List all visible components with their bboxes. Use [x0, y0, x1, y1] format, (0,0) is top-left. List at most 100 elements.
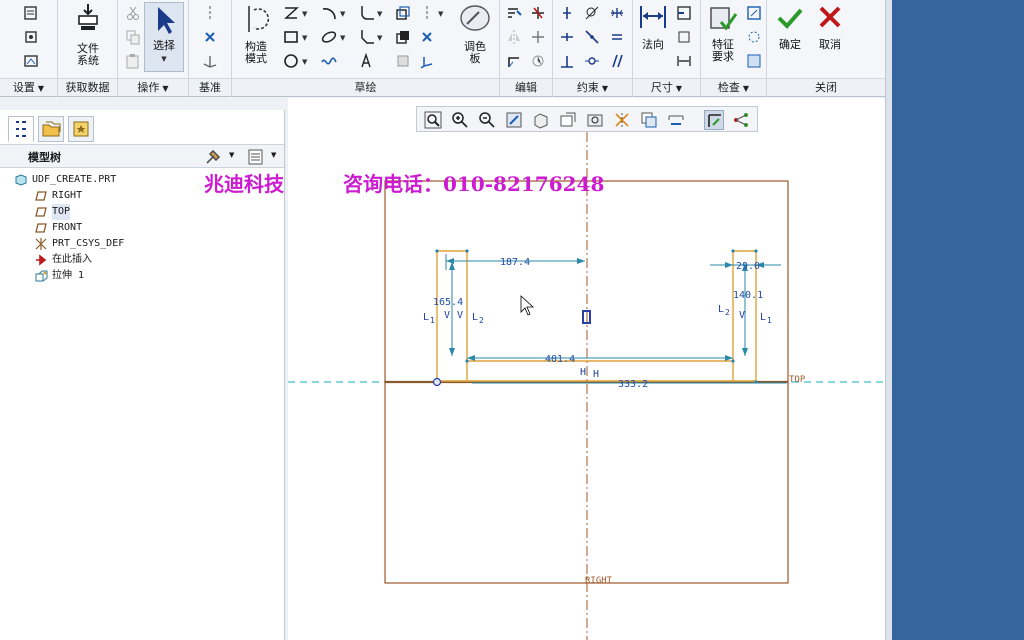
- modify-icon[interactable]: [505, 4, 523, 22]
- perimeter-icon[interactable]: [675, 4, 693, 22]
- group-label-setup[interactable]: 设置 ▼: [0, 78, 57, 96]
- select-button[interactable]: 选择 ▼: [144, 2, 184, 72]
- shade-closed-loops-icon[interactable]: [745, 52, 763, 70]
- dimension-base-length[interactable]: 333.2: [618, 379, 648, 390]
- delete-segment-icon[interactable]: [529, 4, 547, 22]
- datum-point-icon[interactable]: [201, 28, 219, 46]
- chevron-down-icon[interactable]: ▼: [271, 151, 276, 159]
- ok-button[interactable]: 确定: [771, 2, 809, 51]
- dimension-height-right[interactable]: 140.1: [733, 290, 763, 301]
- mirror-icon[interactable]: [505, 28, 523, 46]
- dimension-height-left[interactable]: 165.4: [433, 297, 463, 308]
- cancel-button[interactable]: 取消: [811, 2, 849, 51]
- group-label-sketch: 草绘: [232, 78, 499, 96]
- midpoint-icon[interactable]: [583, 28, 601, 46]
- show-filter-icon[interactable]: [246, 148, 266, 166]
- overlapping-geometry-icon[interactable]: [745, 4, 763, 22]
- tangent-icon[interactable]: [583, 4, 601, 22]
- thicken-icon[interactable]: [394, 28, 412, 46]
- fillet-icon[interactable]: [358, 4, 376, 22]
- centerline-small-icon[interactable]: [418, 4, 436, 22]
- palette-button[interactable]: 调色 板: [454, 2, 496, 65]
- group-label-text: 基准: [199, 81, 221, 94]
- chevron-down-icon[interactable]: ▼: [438, 10, 443, 18]
- circle-icon[interactable]: [282, 52, 300, 70]
- dimension-width-right[interactable]: 29.0: [736, 261, 760, 272]
- group-label-text: 检查: [717, 81, 740, 94]
- sketch-setup-icon[interactable]: [22, 4, 40, 22]
- references-icon[interactable]: [22, 28, 40, 46]
- symmetric-icon[interactable]: [608, 4, 626, 22]
- coordinate-system-icon[interactable]: [418, 52, 436, 70]
- normal-dimension-icon: [640, 6, 666, 28]
- select-arrow-icon: [158, 7, 175, 34]
- sketch-view-icon[interactable]: [22, 52, 40, 70]
- constraint-label: 2: [725, 308, 730, 317]
- text-icon[interactable]: [358, 52, 376, 70]
- project-icon[interactable]: [394, 52, 412, 70]
- group-label-text: 草绘: [354, 81, 377, 94]
- sketch-origin-point[interactable]: [432, 377, 442, 387]
- rectangle-icon[interactable]: [282, 28, 300, 46]
- chevron-down-icon[interactable]: ▼: [377, 10, 382, 18]
- horizontal-constraint-icon[interactable]: [558, 28, 576, 46]
- dropdown-caret-icon: ▼: [601, 84, 609, 93]
- point-icon[interactable]: [418, 28, 436, 46]
- part-icon: [15, 174, 27, 186]
- chevron-down-icon[interactable]: ▼: [377, 34, 382, 42]
- ok-label: 确定: [779, 38, 801, 51]
- copy-icon[interactable]: [124, 28, 142, 46]
- highlight-open-ends-icon[interactable]: [745, 28, 763, 46]
- chamfer-icon[interactable]: [358, 28, 376, 46]
- line-chain-icon[interactable]: [282, 4, 300, 22]
- chevron-down-icon[interactable]: ▼: [340, 10, 345, 18]
- group-label-close: 关闭: [767, 78, 885, 96]
- tab-favorites[interactable]: [68, 116, 94, 142]
- group-setup: 设置 ▼: [0, 0, 58, 97]
- dropdown-caret-icon: ▼: [162, 84, 169, 93]
- file-system-button[interactable]: 文件 系统: [66, 2, 110, 67]
- tab-folder-browser[interactable]: [38, 116, 64, 142]
- offset-icon[interactable]: [394, 4, 412, 22]
- group-label-inspect[interactable]: 检查 ▼: [701, 78, 766, 96]
- arc-icon[interactable]: [320, 4, 338, 22]
- reference-dimension-icon[interactable]: [675, 52, 693, 70]
- normal-dimension-button[interactable]: 法向: [635, 2, 671, 51]
- divide-icon[interactable]: [529, 28, 547, 46]
- extrude-icon: [35, 270, 48, 282]
- model-tree-icon: [16, 121, 26, 137]
- coincident-icon[interactable]: [583, 52, 601, 70]
- corner-icon[interactable]: [505, 52, 523, 70]
- dimension-lines: [445, 254, 786, 384]
- perpendicular-icon[interactable]: [558, 52, 576, 70]
- equal-icon[interactable]: [608, 28, 626, 46]
- chevron-down-icon[interactable]: ▼: [302, 58, 307, 66]
- paste-icon[interactable]: [124, 52, 142, 70]
- cut-icon[interactable]: [124, 4, 142, 22]
- vertical-constraint-icon[interactable]: [558, 4, 576, 22]
- construction-mode-button[interactable]: 构造 模式: [236, 2, 276, 65]
- rotate-resize-icon[interactable]: [529, 52, 547, 70]
- group-label-operations[interactable]: 操作 ▼: [118, 78, 188, 96]
- group-label-dimension[interactable]: 尺寸 ▼: [633, 78, 700, 96]
- chevron-down-icon[interactable]: ▼: [229, 151, 234, 159]
- dimension-width-left[interactable]: 187.4: [500, 257, 530, 268]
- dimension-crossbar-length[interactable]: 401.4: [545, 354, 575, 365]
- ellipse-icon[interactable]: [320, 28, 338, 46]
- spline-icon[interactable]: [320, 52, 338, 70]
- tree-item-label: RIGHT: [52, 190, 83, 201]
- settings-tools-icon[interactable]: [204, 148, 224, 166]
- tab-model-tree[interactable]: [8, 116, 34, 142]
- baseline-icon[interactable]: [675, 28, 693, 46]
- group-label-constraints[interactable]: 约束 ▼: [553, 78, 632, 96]
- checkmark-icon: [777, 8, 803, 29]
- chevron-down-icon[interactable]: ▼: [340, 34, 345, 42]
- feature-requirements-button[interactable]: 特征 要求: [703, 2, 743, 63]
- centerline-icon[interactable]: [201, 4, 219, 22]
- chevron-down-icon[interactable]: ▼: [302, 10, 307, 18]
- datum-csys-icon[interactable]: [201, 52, 219, 70]
- normal-label: 法向: [642, 38, 664, 51]
- favorites-icon: [73, 121, 89, 137]
- parallel-icon[interactable]: [608, 52, 626, 70]
- chevron-down-icon[interactable]: ▼: [302, 34, 307, 42]
